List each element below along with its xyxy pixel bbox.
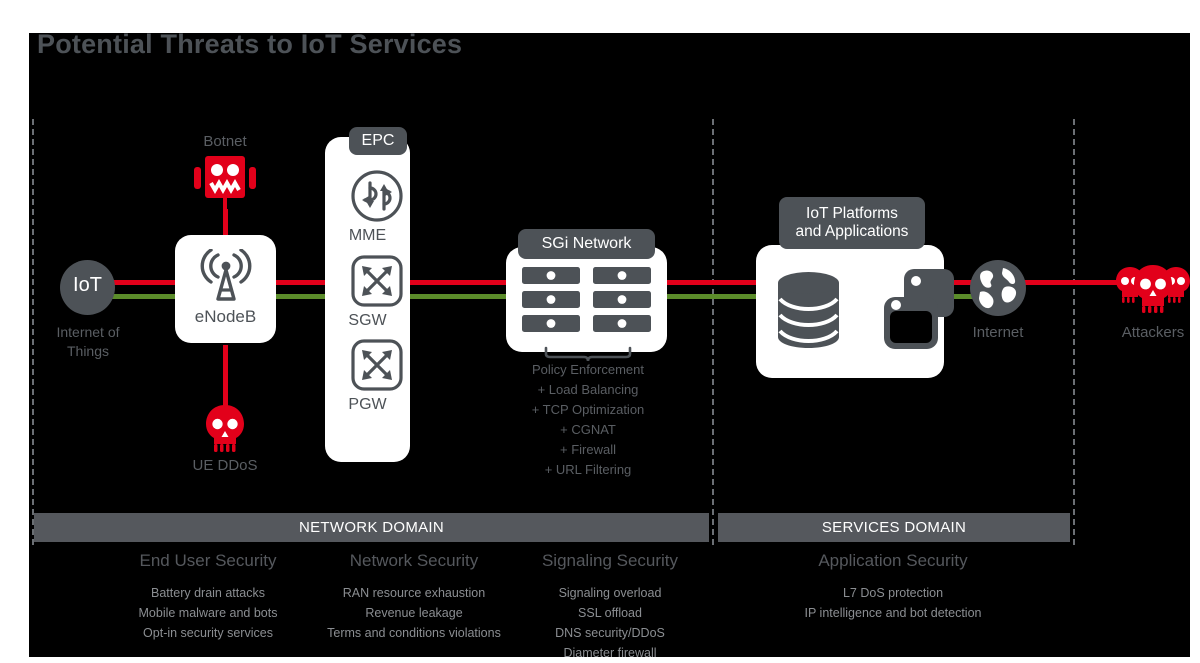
sgi-label: SGi Network (541, 234, 632, 252)
ue-ddos-connector (223, 345, 228, 407)
security-column-signaling: Signaling Security Signaling overload SS… (500, 551, 720, 663)
pgw-label: PGW (348, 396, 387, 413)
botnet-label: Botnet (203, 133, 247, 150)
cell-tower-icon (199, 249, 253, 301)
enodeb-node[interactable]: eNodeB (175, 235, 276, 343)
platforms-title-pill: IoT Platforms and Applications (779, 197, 925, 249)
robot-icon[interactable] (194, 156, 256, 210)
diagram-canvas: Potential Threats to IoT Services IoT In… (29, 29, 1192, 660)
sgw-icon (351, 255, 403, 307)
enodeb-label: eNodeB (194, 307, 257, 326)
sgi-feature-1: + Load Balancing (537, 382, 639, 397)
database-icon (776, 271, 841, 349)
iot-caption-line2: Things (66, 343, 110, 359)
platforms-label-line1: IoT Platforms (806, 204, 898, 222)
column-heading: Application Security (818, 551, 968, 570)
sgi-feature-0: Policy Enforcement (532, 362, 644, 377)
column-heading: End User Security (139, 551, 277, 570)
domain-separator-right (1073, 119, 1075, 545)
attackers-label: Attackers (1121, 324, 1185, 341)
sgi-feature-3: + CGNAT (560, 422, 616, 437)
iot-label: IoT (73, 274, 102, 296)
services-domain-label: SERVICES DOMAIN (821, 519, 967, 536)
column-item: Diameter firewall (563, 646, 657, 660)
sgi-feature-4: + Firewall (560, 442, 616, 457)
column-heading: Signaling Security (541, 551, 679, 570)
column-item: SSL offload (578, 606, 642, 620)
security-column-application: Application Security L7 DoS protection I… (763, 551, 1023, 623)
column-item: RAN resource exhaustion (342, 586, 486, 600)
network-domain-banner: NETWORK DOMAIN (34, 513, 709, 542)
column-item: Opt-in security services (143, 626, 273, 640)
domain-separator-left (32, 119, 34, 545)
column-item: Mobile malware and bots (138, 606, 278, 620)
pgw-icon (351, 339, 403, 391)
ue-ddos-label: UE DDoS (192, 457, 258, 474)
column-item: L7 DoS protection (842, 586, 944, 600)
sgi-feature-2: + TCP Optimization (531, 402, 645, 417)
security-column-end-user: End User Security Battery drain attacks … (88, 551, 328, 643)
page-title: Potential Threats to IoT Services (37, 29, 463, 59)
domain-separator-mid (712, 119, 714, 545)
mme-icon (351, 170, 403, 222)
epc-label: EPC (361, 131, 395, 149)
mme-label: MME (348, 227, 387, 244)
epc-title-pill: EPC (349, 127, 407, 155)
internet-label: Internet (972, 324, 1024, 341)
server-rack-icon (522, 267, 651, 333)
sgi-title-pill: SGi Network (518, 229, 655, 259)
column-item: Terms and conditions violations (327, 626, 501, 640)
column-heading: Network Security (349, 551, 479, 570)
skulls-icon[interactable] (1114, 265, 1192, 313)
iot-caption-line1: Internet of (56, 324, 120, 340)
column-item: IP intelligence and bot detection (804, 606, 982, 620)
column-item: DNS security/DDoS (555, 626, 665, 640)
sgi-feature-5: + URL Filtering (544, 462, 632, 477)
globe-icon[interactable] (969, 259, 1027, 317)
column-item: Signaling overload (558, 586, 662, 600)
column-item: Battery drain attacks (151, 586, 265, 600)
platforms-label-line2: and Applications (795, 223, 909, 240)
sgw-label: SGW (348, 312, 387, 329)
services-domain-banner: SERVICES DOMAIN (718, 513, 1070, 542)
skull-icon[interactable] (205, 404, 245, 452)
iot-node[interactable]: IoT (60, 260, 115, 315)
applications-windows-icon (882, 267, 956, 351)
security-column-network: Network Security RAN resource exhaustion… (294, 551, 534, 643)
network-domain-label: NETWORK DOMAIN (298, 519, 445, 536)
column-item: Revenue leakage (365, 606, 463, 620)
